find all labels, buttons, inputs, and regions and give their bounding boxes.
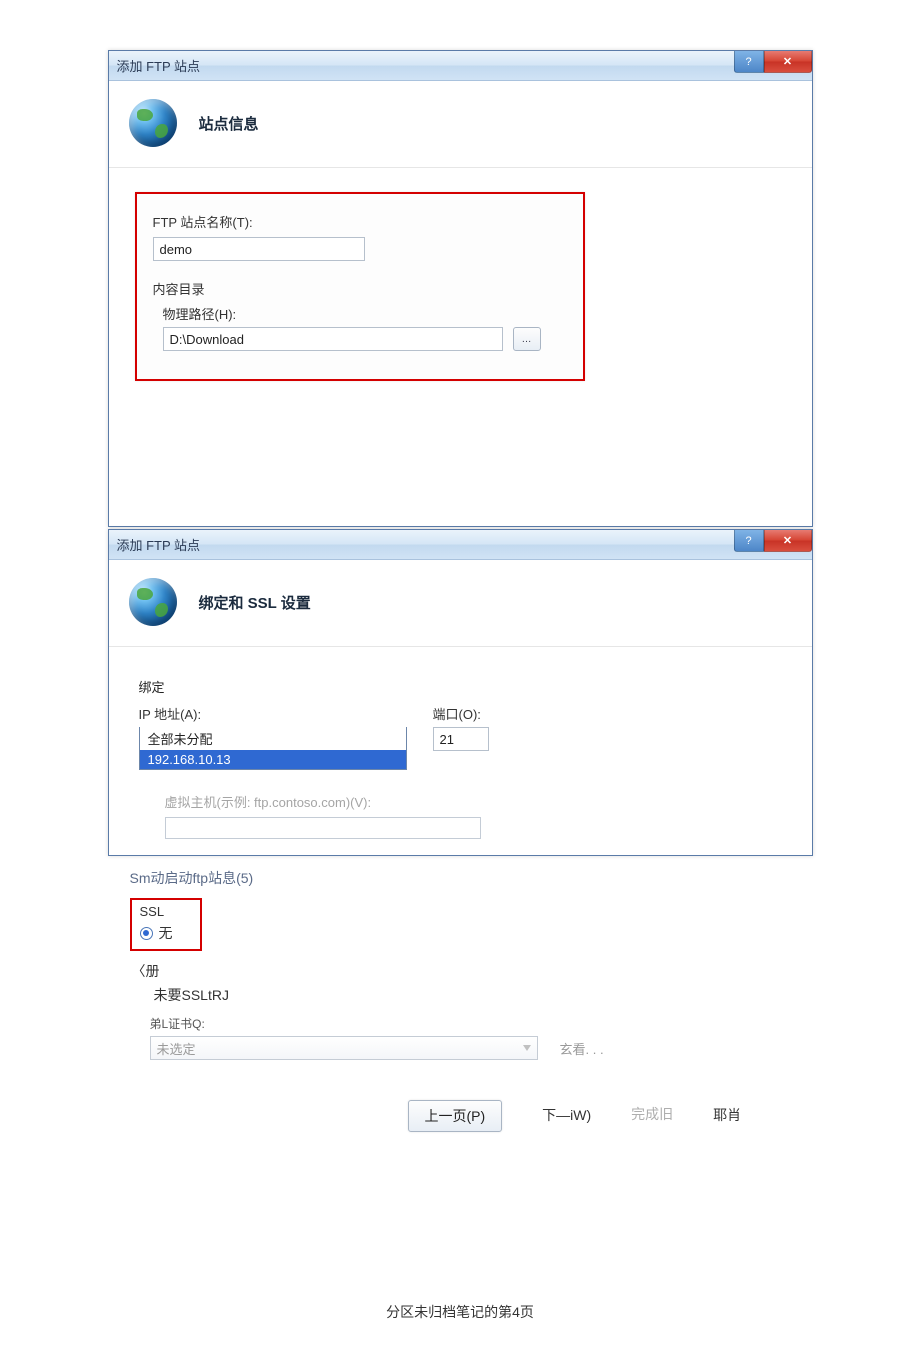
browse-button[interactable]: … [513,327,541,351]
content-dir-label: 内容目录 [153,279,567,298]
dialog-header-2: 绑定和 SSL 设置 [109,560,812,647]
require-ssl-text: 未要SSLtRJ [154,985,791,1005]
chevron-down-icon [523,1045,531,1051]
highlight-box-siteinfo: FTP 站点名称(T): 内容目录 物理路径(H): … [135,192,585,381]
highlight-box-ssl: SSL 无 [130,898,202,951]
fragment-text-1: 〈册 [132,961,791,981]
ssl-title: SSL [140,904,192,919]
nav-row: 上一页(P) 下—iW) 完成旧 耶肖 [108,1100,813,1132]
header-title-2: 绑定和 SSL 设置 [199,592,311,613]
page-footer: 分区未归档笔记的第4页 [0,1302,920,1322]
view-text: 玄看. . . [560,1039,604,1058]
virtual-host-label: 虚拟主机(示例: ftp.contoso.com)(V): [165,792,782,811]
globe-icon-2 [129,578,177,626]
physical-path-label: 物理路径(H): [163,304,567,323]
site-name-label: FTP 站点名称(T): [153,212,567,231]
ssl-none-label: 无 [159,923,173,943]
radio-icon [140,927,153,940]
window-title-2: 添加 FTP 站点 [117,535,201,554]
window-title: 添加 FTP 站点 [117,56,201,75]
port-label: 端口(O): [433,704,503,723]
fragment-zone: Sm动启动ftp站息(5) SSL 无 〈册 未要SSLtRJ 弟L证书Q: 未… [108,868,813,1060]
close-button-2[interactable]: ✕ [764,530,812,552]
cert-label: 弟L证书Q: [150,1015,791,1032]
cert-select[interactable]: 未选定 [150,1036,538,1060]
ssl-none-radio[interactable]: 无 [140,923,192,943]
header-title-1: 站点信息 [199,113,259,134]
port-input[interactable] [433,727,489,751]
ip-label: IP 地址(A): [139,704,407,723]
dialog-header-1: 站点信息 [109,81,812,168]
prev-button[interactable]: 上一页(P) [408,1100,503,1132]
dialog-ftp-binding-ssl: 添加 FTP 站点 ? ✕ 绑定和 SSL 设置 绑定 IP 地址(A): [108,529,813,856]
virtual-host-input[interactable] [165,817,481,839]
dialog-ftp-site-info: 添加 FTP 站点 ? ✕ 站点信息 FTP 站点名称(T): 内容目录 物理路… [108,50,813,527]
cert-select-value: 未选定 [157,1039,196,1058]
close-button[interactable]: ✕ [764,51,812,73]
titlebar-1[interactable]: 添加 FTP 站点 ? ✕ [109,51,812,81]
cancel-text[interactable]: 耶肖 [713,1100,741,1125]
autostart-text: Sm动启动ftp站息(5) [130,868,791,888]
help-button-2[interactable]: ? [734,530,764,552]
titlebar-2[interactable]: 添加 FTP 站点 ? ✕ [109,530,812,560]
ip-dropdown-list[interactable]: 全部未分配 192.168.10.13 [139,727,407,770]
site-name-input[interactable] [153,237,365,261]
binding-title: 绑定 [139,677,782,696]
globe-icon [129,99,177,147]
next-text[interactable]: 下—iW) [542,1100,591,1125]
help-button[interactable]: ? [734,51,764,73]
ip-option-selected[interactable]: 192.168.10.13 [140,750,406,769]
finish-text: 完成旧 [631,1100,673,1123]
ip-option-all[interactable]: 全部未分配 [140,727,406,750]
physical-path-input[interactable] [163,327,503,351]
